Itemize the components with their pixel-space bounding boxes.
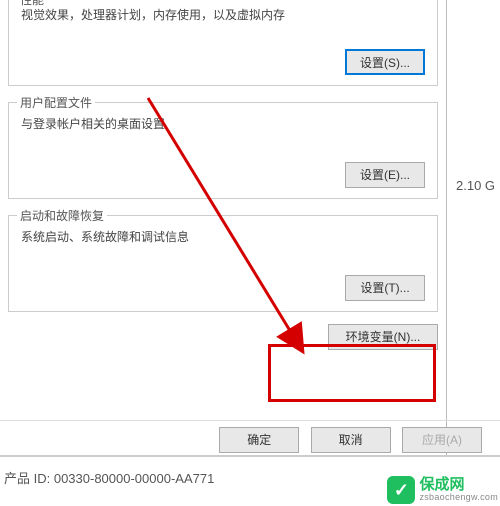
section-user-profile: 用户配置文件 与登录帐户相关的桌面设置 设置(E)... [8, 102, 438, 199]
ok-button[interactable]: 确定 [219, 427, 299, 453]
settings-startup-recovery-button[interactable]: 设置(T)... [345, 275, 425, 301]
section-title-user-profile: 用户配置文件 [17, 94, 95, 111]
section-performance: 性能 视觉效果，处理器计划，内存使用，以及虚拟内存 设置(S)... [8, 0, 438, 86]
section-startup-recovery: 启动和故障恢复 系统启动、系统故障和调试信息 设置(T)... [8, 215, 438, 312]
startup-recovery-desc: 系统启动、系统故障和调试信息 [21, 228, 425, 245]
advanced-tab-panel: 性能 视觉效果，处理器计划，内存使用，以及虚拟内存 设置(S)... 用户配置文… [0, 0, 447, 455]
settings-user-profile-button[interactable]: 设置(E)... [345, 162, 425, 188]
performance-desc: 视觉效果，处理器计划，内存使用，以及虚拟内存 [21, 6, 425, 23]
watermark-domain: zsbaochengw.com [419, 493, 498, 503]
settings-performance-button[interactable]: 设置(S)... [345, 49, 425, 75]
cancel-button[interactable]: 取消 [311, 427, 391, 453]
right-info-panel: 2.10 G [448, 0, 500, 455]
section-title-performance: 性能 [17, 0, 47, 8]
watermark-name: 保成网 [419, 477, 498, 494]
product-id-label: 产品 ID: 00330-80000-00000-AA771 [4, 468, 214, 487]
watermark-badge-icon: ✓ [387, 476, 415, 504]
watermark: ✓ 保成网 zsbaochengw.com [387, 476, 498, 504]
section-title-startup-recovery: 启动和故障恢复 [17, 207, 107, 224]
environment-variables-button[interactable]: 环境变量(N)... [328, 324, 438, 350]
dialog-button-bar: 确定 取消 应用(A) [0, 420, 500, 455]
env-vars-row: 环境变量(N)... [8, 324, 438, 350]
apply-button[interactable]: 应用(A) [402, 427, 482, 453]
cpu-ghz-label: 2.10 G [456, 178, 495, 193]
user-profile-desc: 与登录帐户相关的桌面设置 [21, 115, 425, 132]
